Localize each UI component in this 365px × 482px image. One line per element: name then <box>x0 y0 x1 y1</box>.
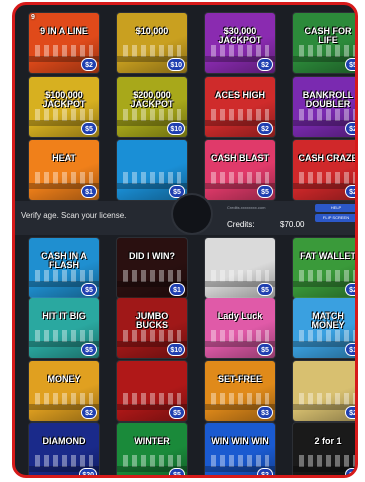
ticket-4[interactable]: CASH FOR LIFE $5 <box>293 13 355 73</box>
price-badge: $2 <box>257 122 273 135</box>
ticket-11[interactable]: CASH BLAST $5 <box>205 140 275 200</box>
ticket-28[interactable]: 2 for 1 $1 <box>293 423 355 475</box>
ticket-name: Lady Luck <box>217 311 263 321</box>
site-label: Credits.xxxxxxxx.com <box>227 205 266 210</box>
price-badge: $10 <box>167 122 185 135</box>
ticket-name: 2 for 1 <box>314 436 342 446</box>
price-badge: $2 <box>345 122 355 135</box>
ticket-name: CASH IN A FLASH <box>41 251 87 270</box>
ticket-7[interactable]: ACES HIGH $2 <box>205 77 275 137</box>
credits-amount: $70.00 <box>280 220 305 229</box>
game-frame: 9 9 IN A LINE $2 $10,000 $10 $30,000 JACKPO… <box>12 2 358 478</box>
ticket-3[interactable]: $30,000 JACKPOT $2 <box>205 13 275 73</box>
ticket-grid: 9 9 IN A LINE $2 $10,000 $10 $30,000 JACKPO… <box>25 9 358 475</box>
flip-screen-button[interactable]: FLIP SCREEN <box>315 214 355 222</box>
logo-circle <box>173 195 211 233</box>
price-badge: $10 <box>167 58 185 71</box>
price-badge: $2 <box>81 58 97 71</box>
price-badge: $1 <box>81 185 97 198</box>
ticket-6[interactable]: $200,000 JACKPOT $10 <box>117 77 187 137</box>
price-badge: $2 <box>257 58 273 71</box>
ticket-2[interactable]: $10,000 $10 <box>117 13 187 73</box>
ticket-15[interactable]: $5 <box>205 238 275 298</box>
price-badge: $10 <box>167 343 185 356</box>
ticket-name: $100,000 JACKPOT <box>42 90 86 109</box>
ticket-name: $30,000 JACKPOT <box>218 26 262 45</box>
ticket-1[interactable]: 9 9 IN A LINE $2 <box>29 13 99 73</box>
price-badge: $5 <box>81 122 97 135</box>
price-badge: $5 <box>257 343 273 356</box>
ticket-26[interactable]: WINTER $5 <box>117 423 187 475</box>
price-badge: $1 <box>169 283 185 296</box>
ticket-name: DID I WIN? <box>129 251 175 261</box>
ticket-18[interactable]: JUMBO BUCKS $10 <box>117 298 187 358</box>
price-badge: $1 <box>345 343 355 356</box>
ticket-5[interactable]: $100,000 JACKPOT $5 <box>29 77 99 137</box>
status-bar: Verify age. Scan your license. Credits.x… <box>15 195 355 235</box>
ticket-22[interactable]: $5 <box>117 361 187 421</box>
ticket-13[interactable]: CASH IN A FLASH $5 <box>29 238 99 298</box>
ticket-name: CASH CRAZE <box>298 153 358 163</box>
ticket-name: $10,000 <box>135 26 169 36</box>
ticket-24[interactable]: $2 <box>293 361 355 421</box>
ticket-name: HIT IT BIG <box>42 311 86 321</box>
price-badge: $5 <box>257 185 273 198</box>
price-badge: $5 <box>257 283 273 296</box>
price-badge: $1 <box>345 468 355 475</box>
price-badge: $2 <box>81 406 97 419</box>
price-badge: $2 <box>345 406 355 419</box>
ticket-name: CASH FOR LIFE <box>304 26 352 45</box>
ticket-name: CASH BLAST <box>211 153 269 163</box>
ticket-9[interactable]: HEAT $1 <box>29 140 99 200</box>
ticket-name: HEAT <box>52 153 76 163</box>
ticket-27[interactable]: WIN WIN WIN $2 <box>205 423 275 475</box>
ticket-14[interactable]: DID I WIN? $1 <box>117 238 187 298</box>
ticket-8[interactable]: BANKROLL DOUBLER $2 <box>293 77 355 137</box>
ticket-name: ACES HIGH <box>214 90 265 100</box>
credits-label: Credits: <box>227 220 255 229</box>
price-badge: $3 <box>257 406 273 419</box>
ticket-number: 9 <box>31 14 35 21</box>
ticket-name: SET-FREE <box>217 374 262 384</box>
price-badge: $5 <box>169 468 185 475</box>
ticket-name: DIAMOND <box>42 436 86 446</box>
price-badge: $5 <box>345 58 355 71</box>
ticket-16[interactable]: FAT WALLET $2 <box>293 238 356 298</box>
price-badge: $2 <box>345 185 355 198</box>
price-badge: $2 <box>257 468 273 475</box>
price-badge: $5 <box>169 406 185 419</box>
ticket-name: WINTER <box>134 436 170 446</box>
price-badge: $2 <box>345 283 355 296</box>
ticket-name: FAT WALLET <box>300 251 356 261</box>
ticket-10[interactable]: $5 <box>117 140 187 200</box>
ticket-name: MATCH MONEY <box>311 311 345 330</box>
help-button[interactable]: HELP <box>315 204 355 212</box>
ticket-name: 9 IN A LINE <box>40 26 88 36</box>
ticket-name: MONEY <box>47 374 81 384</box>
ticket-23[interactable]: SET-FREE $3 <box>205 361 275 421</box>
ticket-20[interactable]: MATCH MONEY $1 <box>293 298 355 358</box>
ticket-name: BANKROLL DOUBLER <box>302 90 354 109</box>
ticket-name: JUMBO BUCKS <box>135 311 169 330</box>
verify-age-message: Verify age. Scan your license. <box>21 211 127 220</box>
ticket-25[interactable]: DIAMOND $20 <box>29 423 99 475</box>
price-badge: $5 <box>81 343 97 356</box>
ticket-name: WIN WIN WIN <box>211 436 269 446</box>
ticket-19[interactable]: Lady Luck $5 <box>205 298 275 358</box>
price-badge: $5 <box>81 283 97 296</box>
ticket-21[interactable]: MONEY $2 <box>29 361 99 421</box>
ticket-17[interactable]: HIT IT BIG $5 <box>29 298 99 358</box>
ticket-name: $200,000 JACKPOT <box>130 90 174 109</box>
price-badge: $20 <box>79 468 97 475</box>
ticket-12[interactable]: CASH CRAZE $2 <box>293 140 358 200</box>
